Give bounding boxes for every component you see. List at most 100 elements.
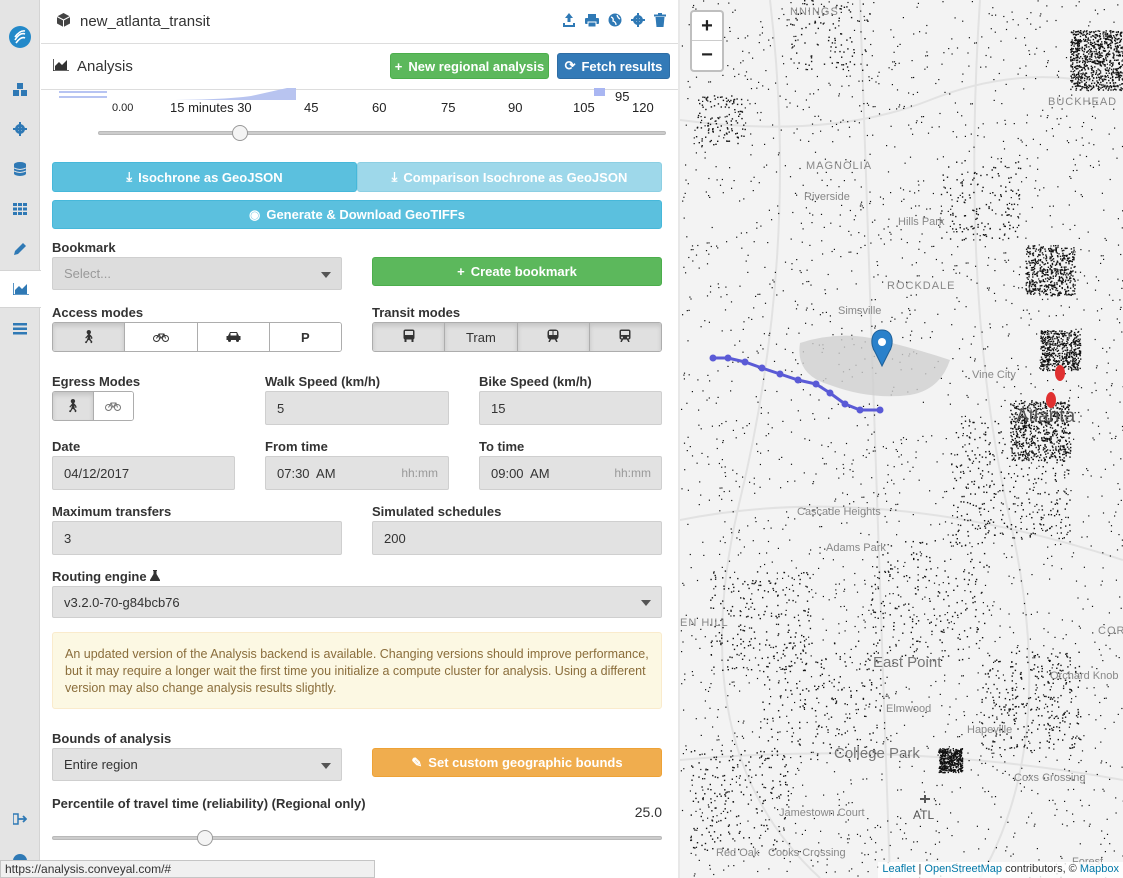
map-label: Red Oak [716, 847, 760, 859]
map-label: Cascade Heights [797, 506, 881, 518]
isochrone-geojson-button[interactable]: ⤓ Isochrone as GeoJSON [52, 162, 357, 192]
map-label: Hapeville [967, 724, 1013, 736]
transit-modes-label: Transit modes [372, 305, 461, 320]
map-label: Orchard Knob [1050, 670, 1119, 682]
cutoff-slider-handle[interactable] [232, 125, 248, 141]
subway-icon [547, 329, 559, 345]
scale-tick: 120 [632, 100, 654, 115]
tram-mode-button[interactable]: Tram [445, 323, 518, 351]
grid-icon[interactable] [0, 196, 40, 222]
conveyal-logo-icon[interactable] [0, 24, 40, 50]
to-time-label: To time [479, 439, 525, 454]
routing-engine-label: Routing engine [52, 569, 161, 584]
set-custom-bounds-button[interactable]: ✎ Set custom geographic bounds [372, 748, 662, 777]
project-header: new_atlanta_transit [41, 0, 678, 44]
bookmark-select[interactable]: Select... [52, 257, 342, 290]
leaflet-link[interactable]: Leaflet [882, 863, 915, 875]
trash-icon[interactable] [654, 13, 666, 30]
gear-icon[interactable] [0, 116, 40, 142]
list-icon[interactable] [0, 316, 40, 342]
train-icon [619, 329, 631, 345]
map-label: NNINGS [790, 6, 839, 18]
walk-speed-label: Walk Speed (km/h) [265, 374, 381, 389]
comparison-isochrone-button[interactable]: ⤓ Comparison Isochrone as GeoJSON [357, 162, 662, 192]
osm-link[interactable]: OpenStreetMap [924, 863, 1002, 875]
zoom-out-button[interactable]: − [692, 41, 722, 70]
map-attribution: Leaflet | OpenStreetMap contributors, © … [878, 862, 1123, 878]
bike-speed-input[interactable]: 15 [479, 391, 662, 425]
logout-icon[interactable] [0, 806, 40, 832]
map-label: Vine City [972, 369, 1016, 381]
travel-time-scale: 0.00 15 minutes 30 45 60 75 90 105 120 9… [41, 88, 678, 150]
print-icon[interactable] [585, 13, 599, 30]
cutoff-slider-track[interactable] [98, 131, 666, 135]
globe-icon[interactable] [608, 13, 622, 30]
map-label: Riverside [804, 191, 850, 203]
refresh-icon: ⟳ [564, 58, 576, 73]
icon-sidebar [0, 0, 41, 878]
from-time-input[interactable]: 07:30 AM hh:mm [265, 456, 449, 490]
mapbox-link[interactable]: Mapbox [1080, 863, 1119, 875]
map-label: East Point [873, 654, 942, 671]
car-mode-button[interactable] [197, 323, 270, 351]
zoom-control: + − [690, 10, 724, 72]
map[interactable]: + − NNINGS BUCKHEAD MAGNOLIA Riverside H… [680, 0, 1123, 878]
map-label: Atlanta [1016, 406, 1076, 427]
to-time-input[interactable]: 09:00 AM hh:mm [479, 456, 662, 490]
map-label: ROCKDALE [887, 280, 956, 292]
walk-speed-input[interactable]: 5 [265, 391, 449, 425]
egress-bike-button[interactable] [93, 392, 133, 420]
walk-mode-button[interactable]: 🚶︎ [53, 323, 126, 351]
bounds-select[interactable]: Entire region [52, 748, 342, 781]
bike-mode-button[interactable] [125, 323, 198, 351]
analysis-chart-icon[interactable] [0, 270, 41, 308]
cube-icon [56, 13, 71, 30]
percentile-slider-track[interactable] [52, 836, 662, 840]
scale-tick: 60 [372, 100, 387, 115]
subway-mode-button[interactable] [517, 323, 590, 351]
park-ride-mode-button[interactable]: P [269, 323, 341, 351]
pencil-icon: ✎ [411, 754, 423, 770]
routing-engine-select[interactable]: v3.2.0-70-g84bcb76 [52, 586, 662, 618]
map-label: MAGNOLIA [806, 160, 873, 172]
from-time-label: From time [265, 439, 328, 454]
fetch-results-button[interactable]: ⟳ Fetch results [557, 53, 670, 79]
date-input[interactable]: 04/12/2017 [52, 456, 235, 490]
status-bar-url: https://analysis.conveyal.com/# [0, 860, 375, 878]
upload-icon[interactable] [562, 13, 576, 30]
settings-icon[interactable] [631, 13, 645, 30]
map-label: Adams Park [826, 542, 886, 554]
analysis-title: Analysis [77, 58, 133, 75]
scale-tick: 0.00 [112, 102, 134, 114]
percentile-slider-handle[interactable] [196, 830, 213, 846]
car-icon [226, 330, 241, 345]
date-label: Date [52, 439, 81, 454]
database-icon[interactable] [0, 156, 40, 182]
flask-icon [150, 569, 161, 584]
new-regional-analysis-button[interactable]: + New regional analysis [390, 53, 549, 79]
chevron-down-icon [321, 763, 331, 769]
walk-icon: 🚶︎ [80, 329, 97, 344]
create-bookmark-button[interactable]: + Create bookmark [372, 257, 662, 286]
pencil-icon[interactable] [0, 236, 40, 262]
plus-icon: + [457, 264, 465, 279]
bicycle-icon [152, 330, 169, 345]
max-transfers-input[interactable]: 3 [52, 521, 342, 555]
egress-walk-button[interactable]: 🚶︎ [53, 392, 94, 420]
bookmark-label: Bookmark [52, 240, 116, 255]
map-label: ATL [913, 808, 935, 822]
chevron-down-icon [641, 600, 651, 606]
map-label: EN HILL [680, 617, 729, 629]
map-label: Cooks Crossing [768, 847, 846, 859]
simulated-schedules-input[interactable]: 200 [372, 521, 662, 555]
download-icon: ⤓ [391, 169, 398, 184]
rail-mode-button[interactable] [589, 323, 661, 351]
zoom-in-button[interactable]: + [692, 12, 722, 41]
airport-icon [920, 795, 930, 803]
geotiffs-button[interactable]: ◉ Generate & Download GeoTIFFs [52, 200, 662, 229]
map-label: COR [1098, 625, 1123, 637]
walk-icon: 🚶︎ [64, 398, 81, 413]
bus-mode-button[interactable] [373, 323, 446, 351]
cubes-icon[interactable] [0, 77, 40, 103]
comparison-marker-icon [1046, 365, 1065, 408]
